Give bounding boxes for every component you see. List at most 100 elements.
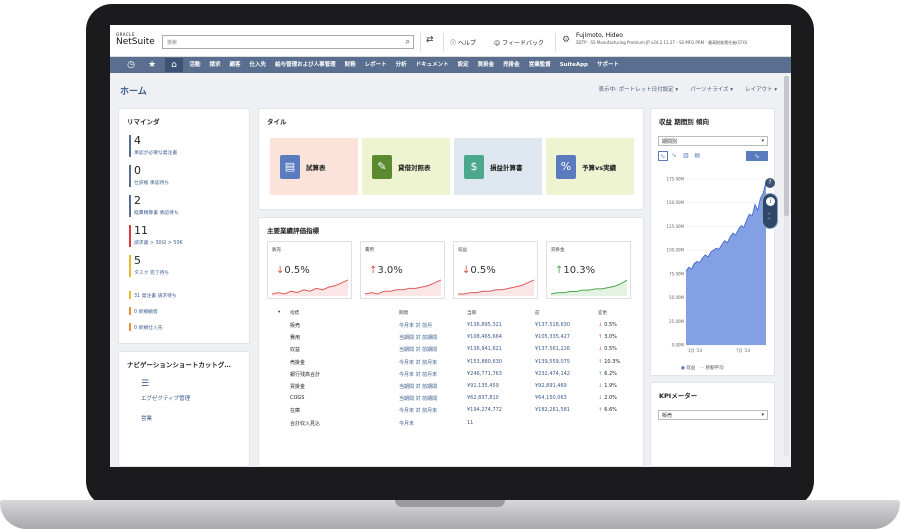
nav-item[interactable]: 財務 xyxy=(340,57,360,73)
reminder-label: 経費精算書 承認待ち xyxy=(134,211,179,216)
page-scrollbar-thumb[interactable] xyxy=(784,76,789,216)
change-arrow-icon: ↓ xyxy=(598,322,603,328)
cell-indicator: 買掛金 xyxy=(290,384,306,390)
change-value: 0.5% xyxy=(604,322,617,328)
nav-item[interactable]: SuiteApp xyxy=(555,57,592,73)
search-icon[interactable]: ⌕ xyxy=(406,37,410,47)
table-row[interactable]: 在庫 今月末 対 前月末 ¥194,274,772 ¥182,261,581 ↑ 6.6% xyxy=(260,405,635,416)
legend-dot-icon: ● xyxy=(681,366,685,371)
nav-item[interactable]: 分析 xyxy=(391,57,411,73)
nav-item[interactable]: 給与管理および人事管理 xyxy=(271,57,341,73)
cell-previous: ¥105,335,427 xyxy=(535,334,570,341)
home-icon[interactable]: ⌂ xyxy=(165,58,183,72)
favorites-star-icon[interactable]: ★ xyxy=(143,58,161,72)
column-header-indicator[interactable]: 指標 xyxy=(290,310,299,316)
portlet-date-setting[interactable]: 表示中: ポートレット日付設定 ▾ xyxy=(598,85,678,93)
cell-period: 今月末 対 前月 xyxy=(399,323,433,329)
column-header-period[interactable]: 期間 xyxy=(399,310,408,316)
nav-item[interactable]: 活動 xyxy=(185,57,205,73)
laptop-notch xyxy=(395,500,505,507)
assistant-widget[interactable]: i ⁘ ⁘ xyxy=(762,193,778,229)
cell-current: ¥91,135,459 xyxy=(467,383,499,389)
nav-item[interactable]: 売掛金 xyxy=(499,57,525,73)
legend-moving-average: 移動平均 xyxy=(705,366,724,371)
tile-4[interactable]: % 予算vs実績 xyxy=(546,138,634,195)
cell-period: 今月末 対 前月末 xyxy=(399,359,438,366)
cell-change xyxy=(598,420,600,426)
table-row[interactable]: 費用 当期間 対 前期間 ¥108,465,664 ¥105,335,427 ↑ 3.0% xyxy=(260,332,635,343)
change-value: 3.0% xyxy=(604,334,617,341)
nav-item[interactable]: 顧客 xyxy=(225,57,245,73)
cell-period: 当期間 対 前期間 xyxy=(399,384,438,390)
shortcut-sales[interactable]: 営業 xyxy=(141,414,152,422)
shortcut-executive[interactable]: エグゼクティブ管理 xyxy=(141,394,190,402)
kpi-card-name: 費用 xyxy=(365,248,374,253)
tile-3[interactable]: $ 損益計算書 xyxy=(454,138,542,195)
nav-item[interactable]: 仕入先 xyxy=(245,57,271,73)
role-switch-icon[interactable]: ⚙ xyxy=(562,35,570,45)
user-menu[interactable]: Fujimoto, Hideo SDTP - SS Manufacturing … xyxy=(576,32,747,46)
column-chart-icon[interactable]: ▥ xyxy=(681,151,690,161)
table-row[interactable]: 銀行残高合計 今月末 対 前月末 ¥246,771,763 ¥232,474,142 ↑… xyxy=(260,369,635,380)
nav-item[interactable]: レポート xyxy=(360,57,391,73)
global-search-input[interactable]: 検索 ⌕ xyxy=(162,35,414,49)
bar-chart-icon[interactable]: ▤ xyxy=(693,151,702,161)
table-row[interactable]: 収益 当期間 対 前期間 ¥136,941,621 ¥137,561,226 ↓ 0.5% xyxy=(260,344,635,355)
collapse-triangle-icon[interactable]: ▾ xyxy=(278,310,280,315)
table-row[interactable]: COGS 当期間 対 前期間 ¥62,837,810 ¥64,150,063 ↓ 2.0% xyxy=(260,393,635,404)
column-header-change[interactable]: 変更 xyxy=(598,310,607,316)
help-link[interactable]: ⓘ ヘルプ xyxy=(450,38,476,47)
kpi-meter-select[interactable]: 販売 ▾ xyxy=(658,410,768,420)
recent-records-icon[interactable]: ⇄ xyxy=(426,35,434,45)
revenue-area xyxy=(686,181,766,345)
header-divider xyxy=(420,33,421,51)
line-chart-icon[interactable]: ∿ xyxy=(670,151,679,161)
search-placeholder: 検索 xyxy=(167,40,178,46)
reminder-item-small[interactable]: 31 発注書 請求待ち xyxy=(129,291,247,300)
cell-previous: ¥182,261,581 xyxy=(535,407,570,414)
reminder-item-small[interactable]: 0 新規仕入先 xyxy=(129,323,247,332)
nav-item[interactable]: 営業監督 xyxy=(524,57,555,73)
area-chart-icon[interactable]: ∿ xyxy=(658,151,668,161)
cell-current: ¥153,880,630 xyxy=(467,358,502,365)
kpi-card[interactable]: 費用 ↑3.0% xyxy=(360,241,445,299)
nav-item[interactable]: 請求 xyxy=(205,57,225,73)
column-header-current[interactable]: 当期 xyxy=(467,310,476,316)
nav-item[interactable]: 買掛金 xyxy=(473,57,499,73)
y-tick-label: 175.00M xyxy=(667,177,685,182)
nav-item[interactable]: ドキュメント xyxy=(411,57,453,73)
cell-indicator: 売掛金 xyxy=(290,359,306,366)
nav-item[interactable]: 設定 xyxy=(453,57,473,73)
kpi-card[interactable]: 販売 ↓0.5% xyxy=(267,241,352,299)
trend-period-select[interactable]: 期間別 ▾ xyxy=(658,136,768,146)
kpi-card[interactable]: 売掛金 ↑10.3% xyxy=(546,241,631,299)
layout-menu[interactable]: レイアウト ▾ xyxy=(745,85,777,93)
feedback-link[interactable]: ☺ フィードバック xyxy=(494,38,544,47)
change-value: 0.5% xyxy=(604,346,617,353)
nav-item[interactable]: サポート xyxy=(592,57,623,73)
netsuite-logo[interactable]: ORACLE NetSuite xyxy=(116,32,155,47)
reminder-label: 0 新規顧客 xyxy=(134,310,158,315)
table-row[interactable]: 買掛金 当期間 対 前期間 ¥91,135,459 ¥92,891,469 ↓ 1.9% xyxy=(260,381,635,392)
revenue-trend-chart: 175.00M 150.00M 125.00M 100.00M 75.00M 50.00M… xyxy=(667,177,767,353)
reminder-item-small[interactable]: 0 新規顧客 xyxy=(129,307,247,316)
trend-line-toggle-icon[interactable]: ∿ xyxy=(746,151,768,161)
logo-netsuite-text: NetSuite xyxy=(116,37,155,47)
y-tick-label: 150.00M xyxy=(667,200,685,205)
cell-indicator: 銀行残高合計 xyxy=(290,371,321,378)
table-row[interactable]: 売掛金 今月末 対 前月末 ¥153,880,630 ¥139,559,075 ↑ 10.… xyxy=(260,357,635,368)
reminder-color-bar xyxy=(129,225,131,247)
tile-1[interactable]: ▤ 試算表 xyxy=(270,138,358,195)
tile-2[interactable]: ✎ 貸借対照表 xyxy=(362,138,450,195)
recent-history-icon[interactable]: ◷ xyxy=(122,58,140,72)
kpi-card[interactable]: 収益 ↓0.5% xyxy=(453,241,538,299)
table-row[interactable]: 販売 今月末 対 前月 ¥136,895,321 ¥137,518,630 ↓ 0.5% xyxy=(260,320,635,331)
personalize-menu[interactable]: パーソナライズ ▾ xyxy=(690,85,733,93)
reminder-label: 承認が必要な発注書 xyxy=(134,151,178,156)
column-header-previous[interactable]: 前 xyxy=(535,310,540,316)
change-value: 2.0% xyxy=(604,395,617,402)
kpi-meter-title: KPIメーター xyxy=(659,392,698,400)
question-help-icon[interactable]: ? xyxy=(765,178,775,188)
cell-change: ↑ 6.6% xyxy=(598,407,617,413)
table-row[interactable]: 合計収入見込 今月末 11 xyxy=(260,418,635,429)
